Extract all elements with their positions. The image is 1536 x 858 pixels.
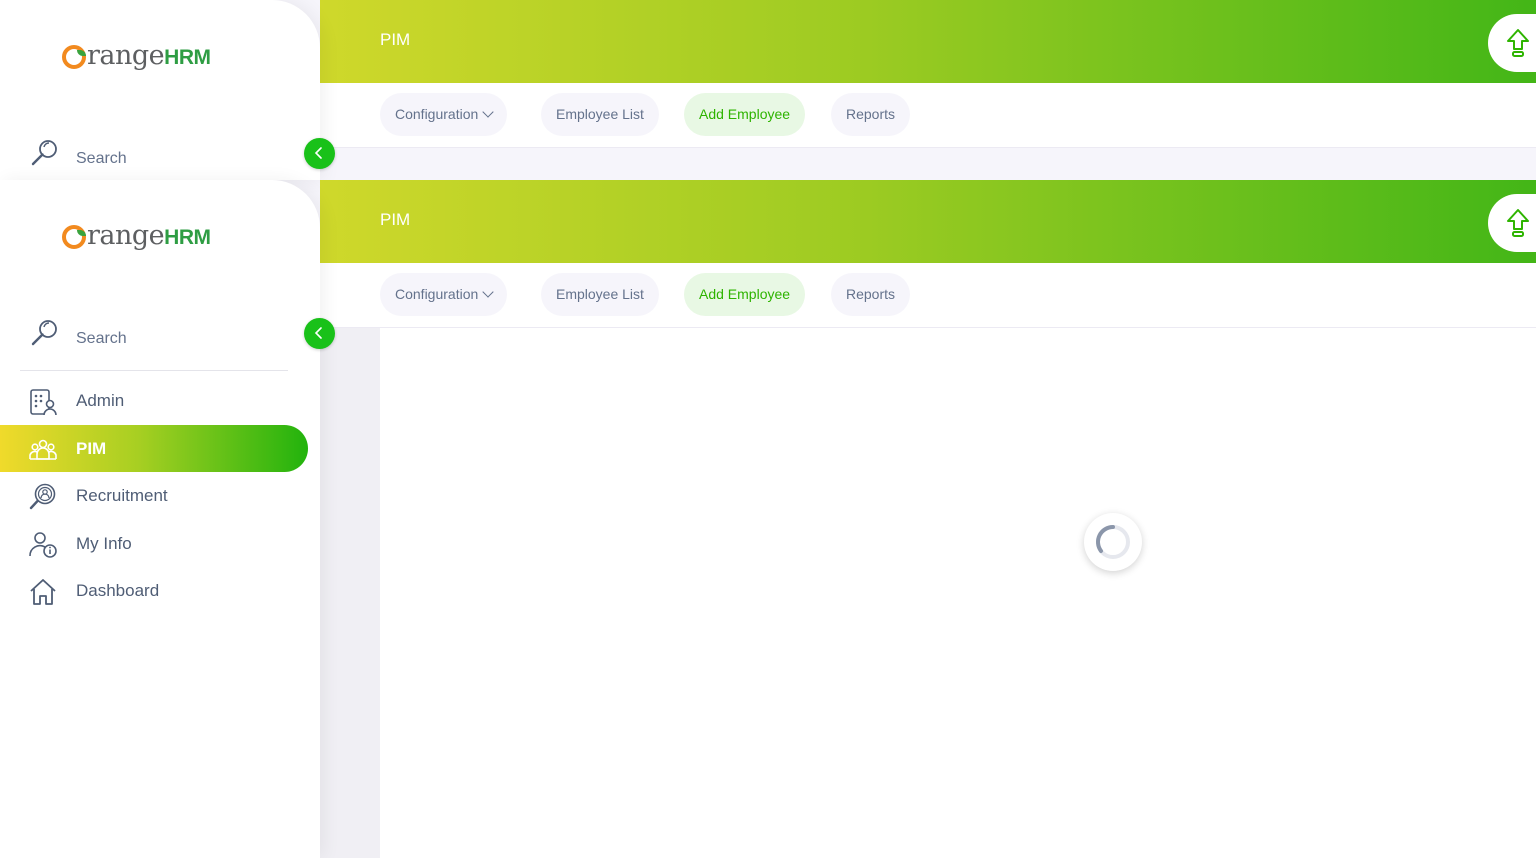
content-gutter: [320, 328, 380, 858]
orange-logo-icon: [62, 225, 86, 249]
tab-label: Add Employee: [699, 286, 791, 302]
app-window: PIM Configuration Employee List Add Empl…: [0, 0, 1536, 858]
sidebar: rangeHRM Search: [0, 0, 320, 180]
chevron-left-icon: [314, 327, 322, 339]
sidebar-item-admin[interactable]: Admin: [0, 377, 308, 424]
search-label: Search: [76, 150, 127, 167]
tab-configuration[interactable]: Configuration: [380, 273, 508, 316]
sidebar-item-dashboard[interactable]: Dashboard: [0, 567, 308, 614]
sidebar-item-label: PIM: [76, 439, 107, 458]
tab-label: Employee List: [556, 106, 644, 122]
sidebar: rangeHRM Search: [0, 180, 320, 858]
tab-label: Configuration: [395, 286, 479, 302]
search-icon: [31, 140, 57, 166]
sidebar-item-pim[interactable]: PIM: [0, 425, 308, 472]
my-info-icon: [29, 532, 57, 558]
tab-label: Add Employee: [699, 106, 791, 122]
admin-icon: [30, 389, 57, 416]
top-layer: PIM Configuration Employee List Add Empl…: [0, 0, 1536, 180]
tab-label: Configuration: [395, 106, 479, 122]
main-layer: PIM Configuration Employee List Add Empl…: [0, 180, 1536, 858]
search-icon: [31, 320, 57, 346]
main-content: [380, 328, 1536, 858]
page-title: PIM: [380, 210, 411, 229]
chevron-left-icon: [314, 147, 322, 159]
brand-logo: rangeHRM: [62, 40, 211, 80]
orange-logo-icon: [62, 45, 86, 69]
upgrade-arrow-icon: [1507, 209, 1529, 237]
top-header-bar: PIM: [260, 0, 1536, 83]
tab-reports[interactable]: Reports: [831, 93, 911, 136]
sidebar-item-label: Dashboard: [76, 581, 160, 600]
recruitment-icon: [29, 483, 56, 510]
upgrade-button[interactable]: [1488, 194, 1536, 252]
top-menu-bar: Configuration Employee List Add Employee…: [320, 83, 1536, 148]
sidebar-item-my-info[interactable]: My Info: [0, 520, 308, 567]
upgrade-button[interactable]: [1488, 14, 1536, 72]
chevron-down-icon: [482, 106, 494, 118]
chevron-down-icon: [482, 286, 494, 298]
tab-reports[interactable]: Reports: [831, 273, 911, 316]
top-menu-bar: Configuration Employee List Add Employee…: [320, 263, 1536, 328]
spinner-icon: [1096, 525, 1130, 559]
sidebar-item-label: Recruitment: [76, 486, 168, 505]
sidebar-item-label: Admin: [76, 391, 125, 410]
dashboard-icon: [30, 579, 56, 605]
page-title: PIM: [380, 30, 411, 49]
tab-label: Reports: [846, 286, 896, 302]
tab-configuration[interactable]: Configuration: [380, 93, 508, 136]
tab-employee-list[interactable]: Employee List: [541, 273, 659, 316]
header-bar: PIM: [260, 180, 1536, 263]
loading-spinner: [1084, 513, 1142, 571]
sidebar-collapse-button[interactable]: [304, 138, 335, 169]
pim-icon: [29, 439, 57, 460]
tab-label: Reports: [846, 106, 896, 122]
brand-logo: rangeHRM: [62, 220, 211, 260]
tab-employee-list[interactable]: Employee List: [541, 93, 659, 136]
tab-add-employee[interactable]: Add Employee: [684, 273, 806, 316]
tab-label: Employee List: [556, 286, 644, 302]
sidebar-item-recruitment[interactable]: Recruitment: [0, 472, 308, 519]
sidebar-collapse-button[interactable]: [304, 318, 335, 349]
sidebar-item-label: My Info: [76, 534, 132, 553]
sidebar-divider: [20, 370, 288, 371]
tab-add-employee[interactable]: Add Employee: [684, 93, 806, 136]
search-label: Search: [76, 330, 127, 347]
upgrade-arrow-icon: [1507, 29, 1529, 57]
